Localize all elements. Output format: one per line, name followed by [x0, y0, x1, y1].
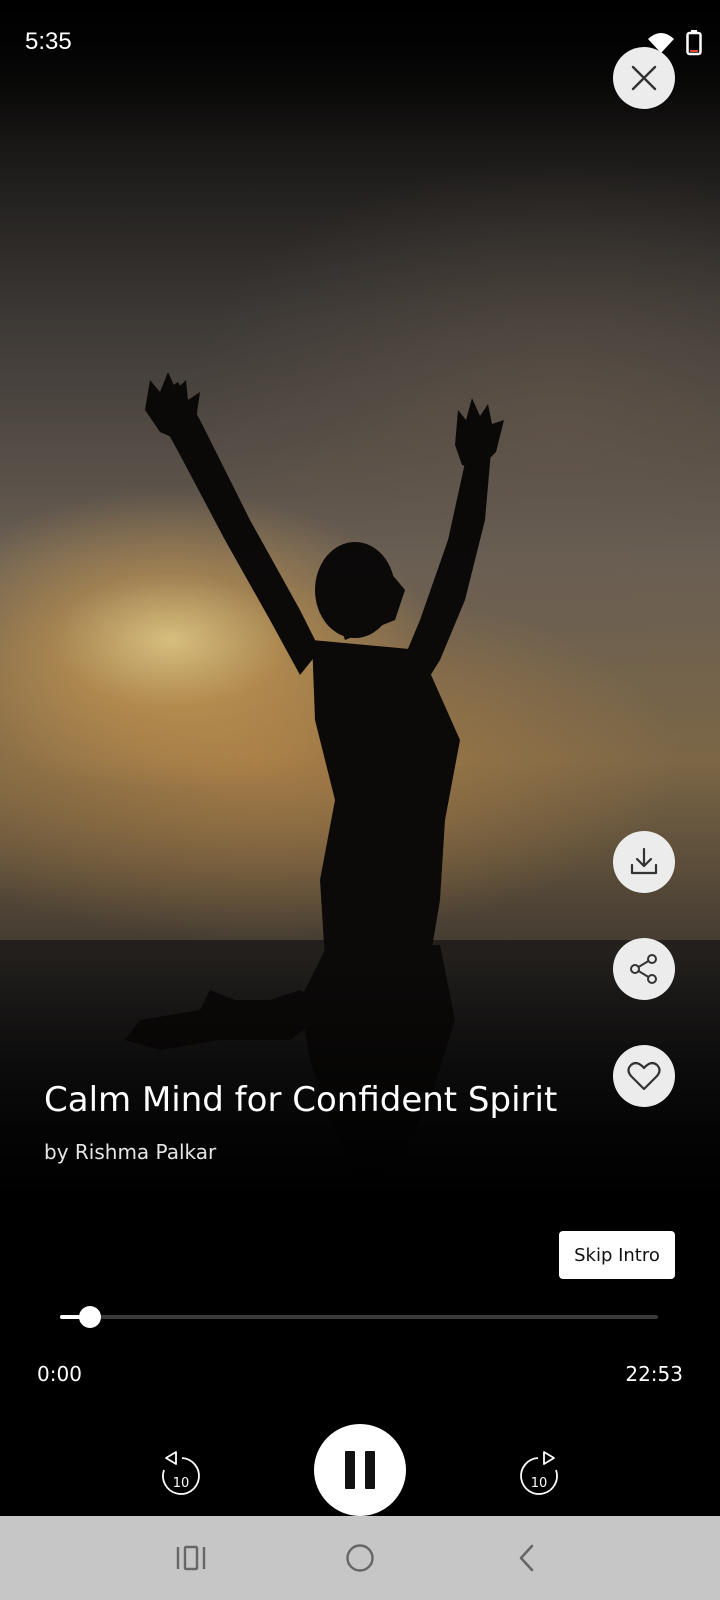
- forward-seconds: 10: [530, 1476, 548, 1491]
- forward-icon: [520, 1451, 558, 1495]
- recents-icon: [176, 1545, 206, 1571]
- progress-bar[interactable]: [60, 1306, 658, 1328]
- system-nav-bar: [0, 1516, 720, 1600]
- share-icon: [630, 954, 657, 984]
- elapsed-time: 0:00: [37, 1362, 82, 1386]
- progress-thumb[interactable]: [78, 1306, 101, 1328]
- pause-icon: [345, 1451, 375, 1489]
- share-button[interactable]: [613, 938, 675, 1000]
- rewind-10-button[interactable]: 10: [154, 1440, 208, 1500]
- track-author: by Rishma Palkar: [44, 1140, 217, 1164]
- rewind-icon: [162, 1451, 200, 1495]
- heart-icon: [627, 1061, 661, 1091]
- download-button[interactable]: [613, 831, 675, 893]
- back-button[interactable]: [507, 1538, 547, 1578]
- close-button[interactable]: [613, 47, 675, 109]
- total-time: 22:53: [625, 1362, 683, 1386]
- skip-intro-button[interactable]: Skip Intro: [559, 1231, 675, 1279]
- rewind-seconds: 10: [172, 1476, 190, 1491]
- download-icon: [630, 847, 658, 875]
- back-icon: [519, 1544, 534, 1572]
- background-image: [0, 0, 720, 1200]
- forward-10-button[interactable]: 10: [512, 1440, 566, 1500]
- favorite-button[interactable]: [613, 1045, 675, 1107]
- track-title: Calm Mind for Confident Spirit: [44, 1080, 558, 1120]
- silhouette-figure: [0, 0, 720, 1200]
- home-icon: [346, 1544, 374, 1572]
- pause-button[interactable]: [314, 1424, 406, 1516]
- recents-button[interactable]: [171, 1538, 211, 1578]
- status-time: 5:35: [25, 28, 72, 55]
- battery-icon: [686, 30, 702, 56]
- home-button[interactable]: [340, 1538, 380, 1578]
- close-icon: [631, 65, 657, 91]
